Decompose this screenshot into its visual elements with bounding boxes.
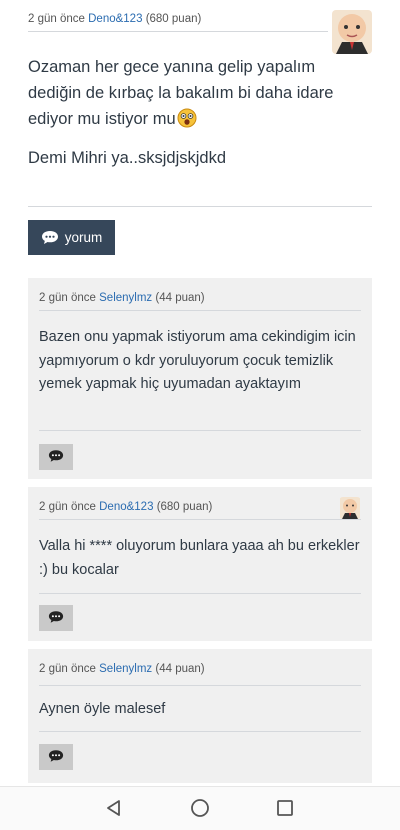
speech-bubble-icon xyxy=(48,749,64,766)
comment-footer-divider xyxy=(39,430,361,431)
post-meta: 2 gün önce Deno&123 (680 puan) xyxy=(28,13,201,25)
comment-meta: 2 gün önce Deno&123 (680 puan) xyxy=(39,501,212,513)
comment-points: (44 puan) xyxy=(155,292,205,304)
comment-time: 2 gün önce xyxy=(39,663,96,675)
comment-text: Bazen onu yapmak istiyorum ama cekindigi… xyxy=(39,329,356,392)
comment-divider xyxy=(39,519,361,520)
reply-button[interactable] xyxy=(39,444,73,470)
comment-button[interactable]: yorum xyxy=(28,220,115,255)
post-divider xyxy=(28,31,328,32)
post-username[interactable]: Deno&123 xyxy=(88,13,142,25)
comment-meta: 2 gün önce Selenylmz (44 puan) xyxy=(39,292,205,304)
recents-button[interactable] xyxy=(271,795,299,823)
system-nav-bar xyxy=(0,786,400,830)
comment-card: 2 gün önce Selenylmz (44 puan) Aynen öyl… xyxy=(28,649,372,783)
astonished-face-icon xyxy=(177,108,197,128)
post-body: Ozaman her gece yanına gelip yapalım ded… xyxy=(28,54,372,184)
speech-bubble-icon xyxy=(48,610,64,627)
comment-button-label: yorum xyxy=(64,230,103,245)
speech-bubble-icon xyxy=(48,449,64,466)
avatar[interactable] xyxy=(339,497,361,519)
reply-button[interactable] xyxy=(39,605,73,631)
post-time: 2 gün önce xyxy=(28,13,85,25)
comment-time: 2 gün önce xyxy=(39,292,96,304)
comment-points: (680 puan) xyxy=(156,501,213,513)
post-body-line: Ozaman her gece yanına gelip yapalım ded… xyxy=(28,58,334,128)
comment-text: Valla hi **** oluyorum bunlara yaaa ah b… xyxy=(39,538,360,578)
comment-time: 2 gün önce xyxy=(39,501,96,513)
comment-points: (44 puan) xyxy=(155,663,205,675)
back-triangle-icon xyxy=(105,799,123,820)
reply-button[interactable] xyxy=(39,744,73,770)
comment-divider xyxy=(39,685,361,686)
avatar[interactable] xyxy=(332,10,372,54)
comment-card: 2 gün önce Selenylmz (44 puan) Bazen onu… xyxy=(28,278,372,479)
comment-footer-divider xyxy=(39,731,361,732)
comment-meta: 2 gün önce Selenylmz (44 puan) xyxy=(39,663,205,675)
comment-footer-divider xyxy=(39,593,361,594)
home-button[interactable] xyxy=(186,795,214,823)
back-button[interactable] xyxy=(100,795,128,823)
recents-square-icon xyxy=(276,799,294,820)
comment-text: Aynen öyle malesef xyxy=(39,701,166,717)
home-circle-icon xyxy=(190,798,210,821)
comment-card: 2 gün önce Deno&123 (680 puan) Valla hi … xyxy=(28,487,372,641)
post-points: (680 puan) xyxy=(145,13,202,25)
speech-bubble-icon xyxy=(41,230,59,245)
comment-username[interactable]: Deno&123 xyxy=(99,501,153,513)
comment-username[interactable]: Selenylmz xyxy=(99,292,152,304)
post-footer-divider xyxy=(28,206,372,207)
comment-divider xyxy=(39,310,361,311)
post-body-line: Demi Mihri ya..sksjdjskjdkd xyxy=(28,149,227,167)
comment-username[interactable]: Selenylmz xyxy=(99,663,152,675)
